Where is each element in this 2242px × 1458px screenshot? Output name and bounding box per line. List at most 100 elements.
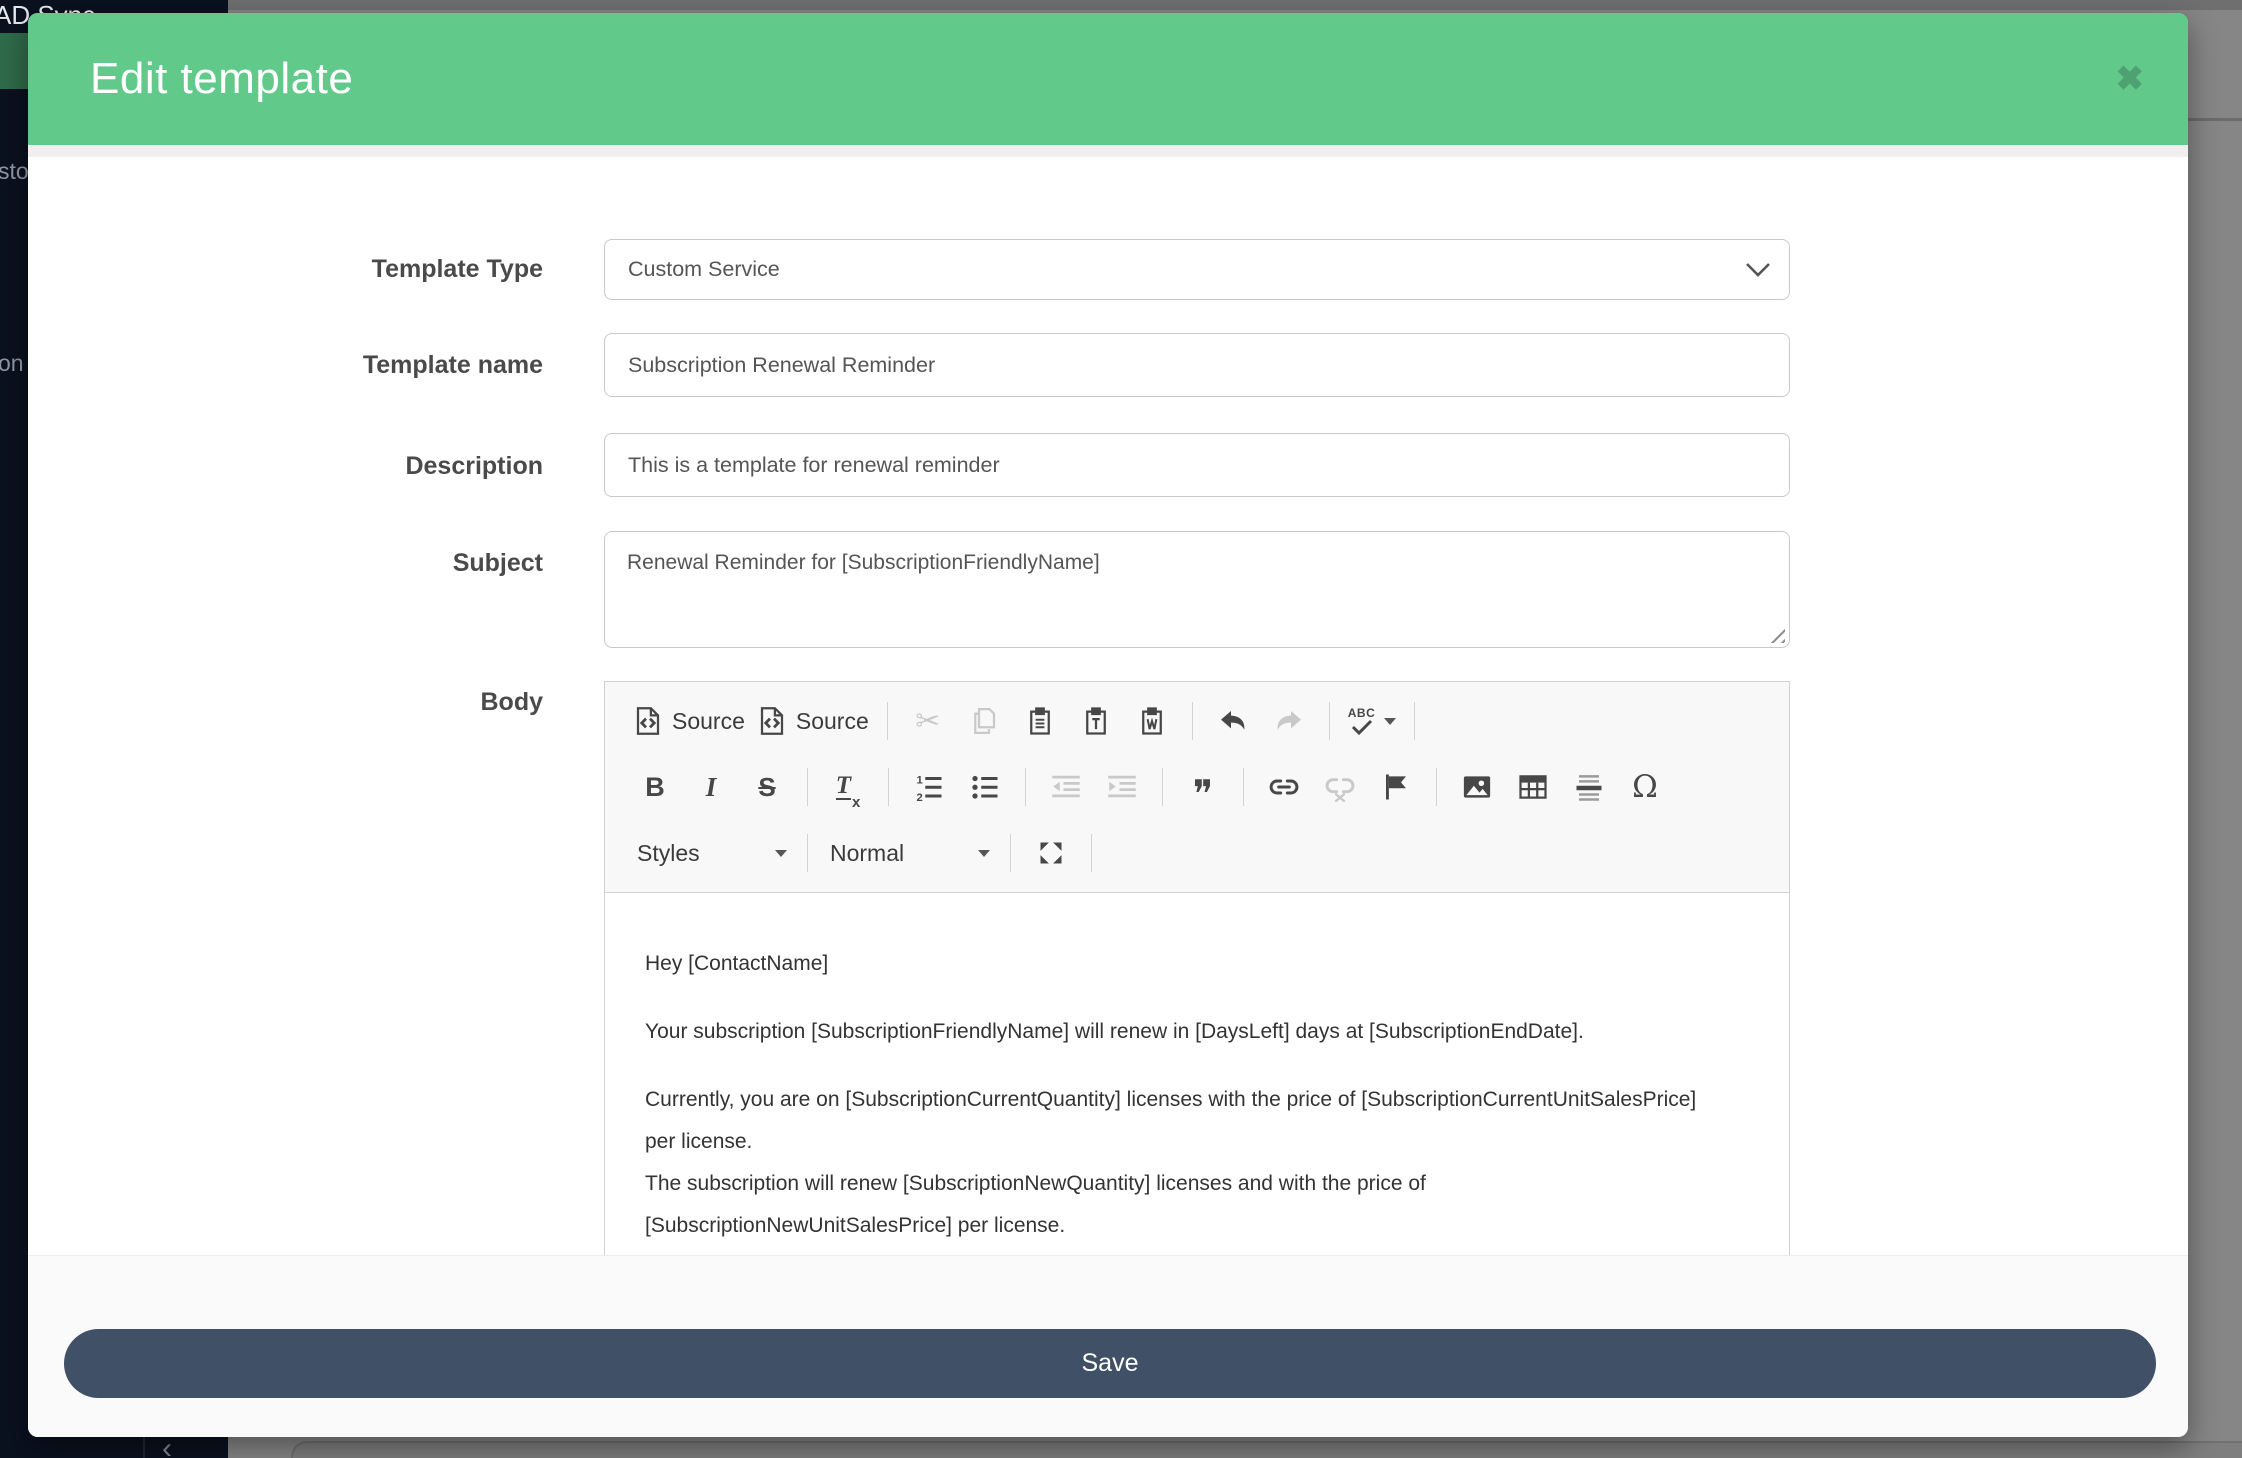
paste-icon: [1025, 706, 1055, 736]
bold-button[interactable]: B: [627, 764, 683, 810]
svg-text:2: 2: [917, 792, 923, 802]
sidebar-item-partial-1[interactable]: sto: [0, 158, 29, 185]
toolbar-separator: [1010, 834, 1011, 872]
background-panel-corner: [291, 1441, 2242, 1458]
description-input[interactable]: [604, 433, 1790, 497]
link-icon: [1268, 771, 1300, 803]
editor-content-area[interactable]: Hey [ContactName] Your subscription [Sub…: [605, 893, 1789, 1247]
subject-field-wrapper: Renewal Reminder for [SubscriptionFriend…: [604, 531, 1790, 648]
format-dropdown-label: Normal: [830, 840, 904, 867]
blockquote-icon: ❞: [1193, 785, 1213, 805]
decrease-indent-button[interactable]: [1038, 764, 1094, 810]
body-line: The subscription will renew [Subscriptio…: [645, 1163, 1705, 1247]
toolbar-row-1: Source Source ✂: [627, 688, 1779, 754]
edit-template-modal: Edit template ✖ Template Type Template n…: [28, 13, 2188, 1437]
bulleted-list-button[interactable]: [957, 764, 1013, 810]
paste-plain-text-button[interactable]: [1068, 698, 1124, 744]
maximize-button[interactable]: [1023, 830, 1079, 876]
toolbar-separator: [1329, 702, 1330, 740]
paste-button[interactable]: [1012, 698, 1068, 744]
template-type-value: Custom Service: [628, 257, 780, 281]
toolbar-separator: [1192, 702, 1193, 740]
source-code-icon: [633, 706, 663, 736]
source-code-icon: [757, 706, 787, 736]
caret-down-icon: [978, 850, 990, 857]
paragraph-format-dropdown[interactable]: Normal: [820, 830, 998, 876]
sidebar-footer-divider: [143, 1437, 145, 1458]
undo-button[interactable]: [1205, 698, 1261, 744]
horizontal-line-icon: [1574, 772, 1604, 802]
image-icon: [1462, 772, 1492, 802]
modal-footer: Save: [28, 1255, 2188, 1437]
toolbar-separator: [1243, 768, 1244, 806]
blockquote-button[interactable]: ❞: [1175, 756, 1231, 818]
numbered-list-button[interactable]: 1 2: [901, 764, 957, 810]
toolbar-separator: [1091, 834, 1092, 872]
subject-textarea[interactable]: Renewal Reminder for [SubscriptionFriend…: [604, 531, 1790, 648]
screen: AD Sync sto on ‹ Edit template ✖ Templat…: [0, 0, 2242, 1458]
italic-button[interactable]: I: [683, 764, 739, 810]
source-button-label: Source: [796, 708, 869, 735]
template-type-label: Template Type: [28, 255, 543, 284]
source-button[interactable]: Source: [627, 698, 751, 744]
close-icon[interactable]: ✖: [2116, 13, 2145, 145]
table-icon: [1518, 772, 1548, 802]
bulleted-list-icon: [970, 772, 1000, 802]
copy-icon: [969, 706, 999, 736]
unlink-button[interactable]: [1312, 764, 1368, 810]
copy-button[interactable]: [956, 698, 1012, 744]
unlink-icon: [1324, 771, 1356, 803]
paste-word-icon: [1137, 706, 1167, 736]
toolbar-separator: [807, 768, 808, 806]
remove-format-button[interactable]: T x: [820, 764, 876, 810]
paste-text-icon: [1081, 706, 1111, 736]
scissors-icon: ✂: [915, 704, 940, 739]
svg-text:1: 1: [917, 774, 923, 786]
remove-format-icon: T: [836, 774, 851, 800]
horizontal-line-button[interactable]: [1561, 764, 1617, 810]
caret-down-icon: [1384, 718, 1396, 725]
modal-header: Edit template ✖: [28, 13, 2188, 145]
background-topbar: [228, 0, 2242, 10]
body-paragraph: Hey [ContactName]: [645, 943, 1705, 985]
redo-button[interactable]: [1261, 698, 1317, 744]
source-button-2[interactable]: Source: [751, 698, 875, 744]
image-button[interactable]: [1449, 764, 1505, 810]
spell-check-icon: ABC: [1348, 707, 1376, 735]
toolbar-separator: [1436, 768, 1437, 806]
save-button[interactable]: Save: [64, 1329, 2156, 1398]
body-paragraph: Currently, you are on [SubscriptionCurre…: [645, 1079, 1705, 1247]
toolbar-separator: [888, 768, 889, 806]
undo-arrow-icon: [1217, 705, 1249, 737]
cut-button[interactable]: ✂: [900, 698, 956, 744]
toolbar-separator: [807, 834, 808, 872]
styles-dropdown[interactable]: Styles: [627, 830, 795, 876]
template-name-input[interactable]: [604, 333, 1790, 397]
spell-check-button[interactable]: ABC: [1342, 698, 1403, 744]
special-character-button[interactable]: Ω: [1617, 764, 1673, 810]
paste-from-word-button[interactable]: [1124, 698, 1180, 744]
toolbar-separator: [887, 702, 888, 740]
template-name-label: Template name: [28, 351, 543, 380]
body-paragraph: Your subscription [SubscriptionFriendlyN…: [645, 1011, 1705, 1053]
modal-title: Edit template: [90, 13, 353, 145]
header-shadow-strip: [28, 145, 2188, 157]
link-button[interactable]: [1256, 764, 1312, 810]
flag-icon: [1381, 772, 1411, 802]
chevron-down-icon: [1745, 262, 1771, 279]
anchor-button[interactable]: [1368, 764, 1424, 810]
maximize-icon: [1037, 839, 1065, 867]
increase-indent-button[interactable]: [1094, 764, 1150, 810]
toolbar-separator: [1025, 768, 1026, 806]
sidebar-item-partial-2[interactable]: on: [0, 350, 24, 377]
omega-icon: Ω: [1632, 769, 1658, 805]
editor-toolbar: Source Source ✂: [605, 682, 1789, 893]
toolbar-separator: [1162, 768, 1163, 806]
template-type-select[interactable]: Custom Service: [604, 239, 1790, 300]
strikethrough-button[interactable]: S: [739, 764, 795, 810]
redo-arrow-icon: [1273, 705, 1305, 737]
body-line: Currently, you are on [SubscriptionCurre…: [645, 1079, 1705, 1163]
table-button[interactable]: [1505, 764, 1561, 810]
subject-label: Subject: [28, 549, 543, 578]
caret-down-icon: [775, 850, 787, 857]
